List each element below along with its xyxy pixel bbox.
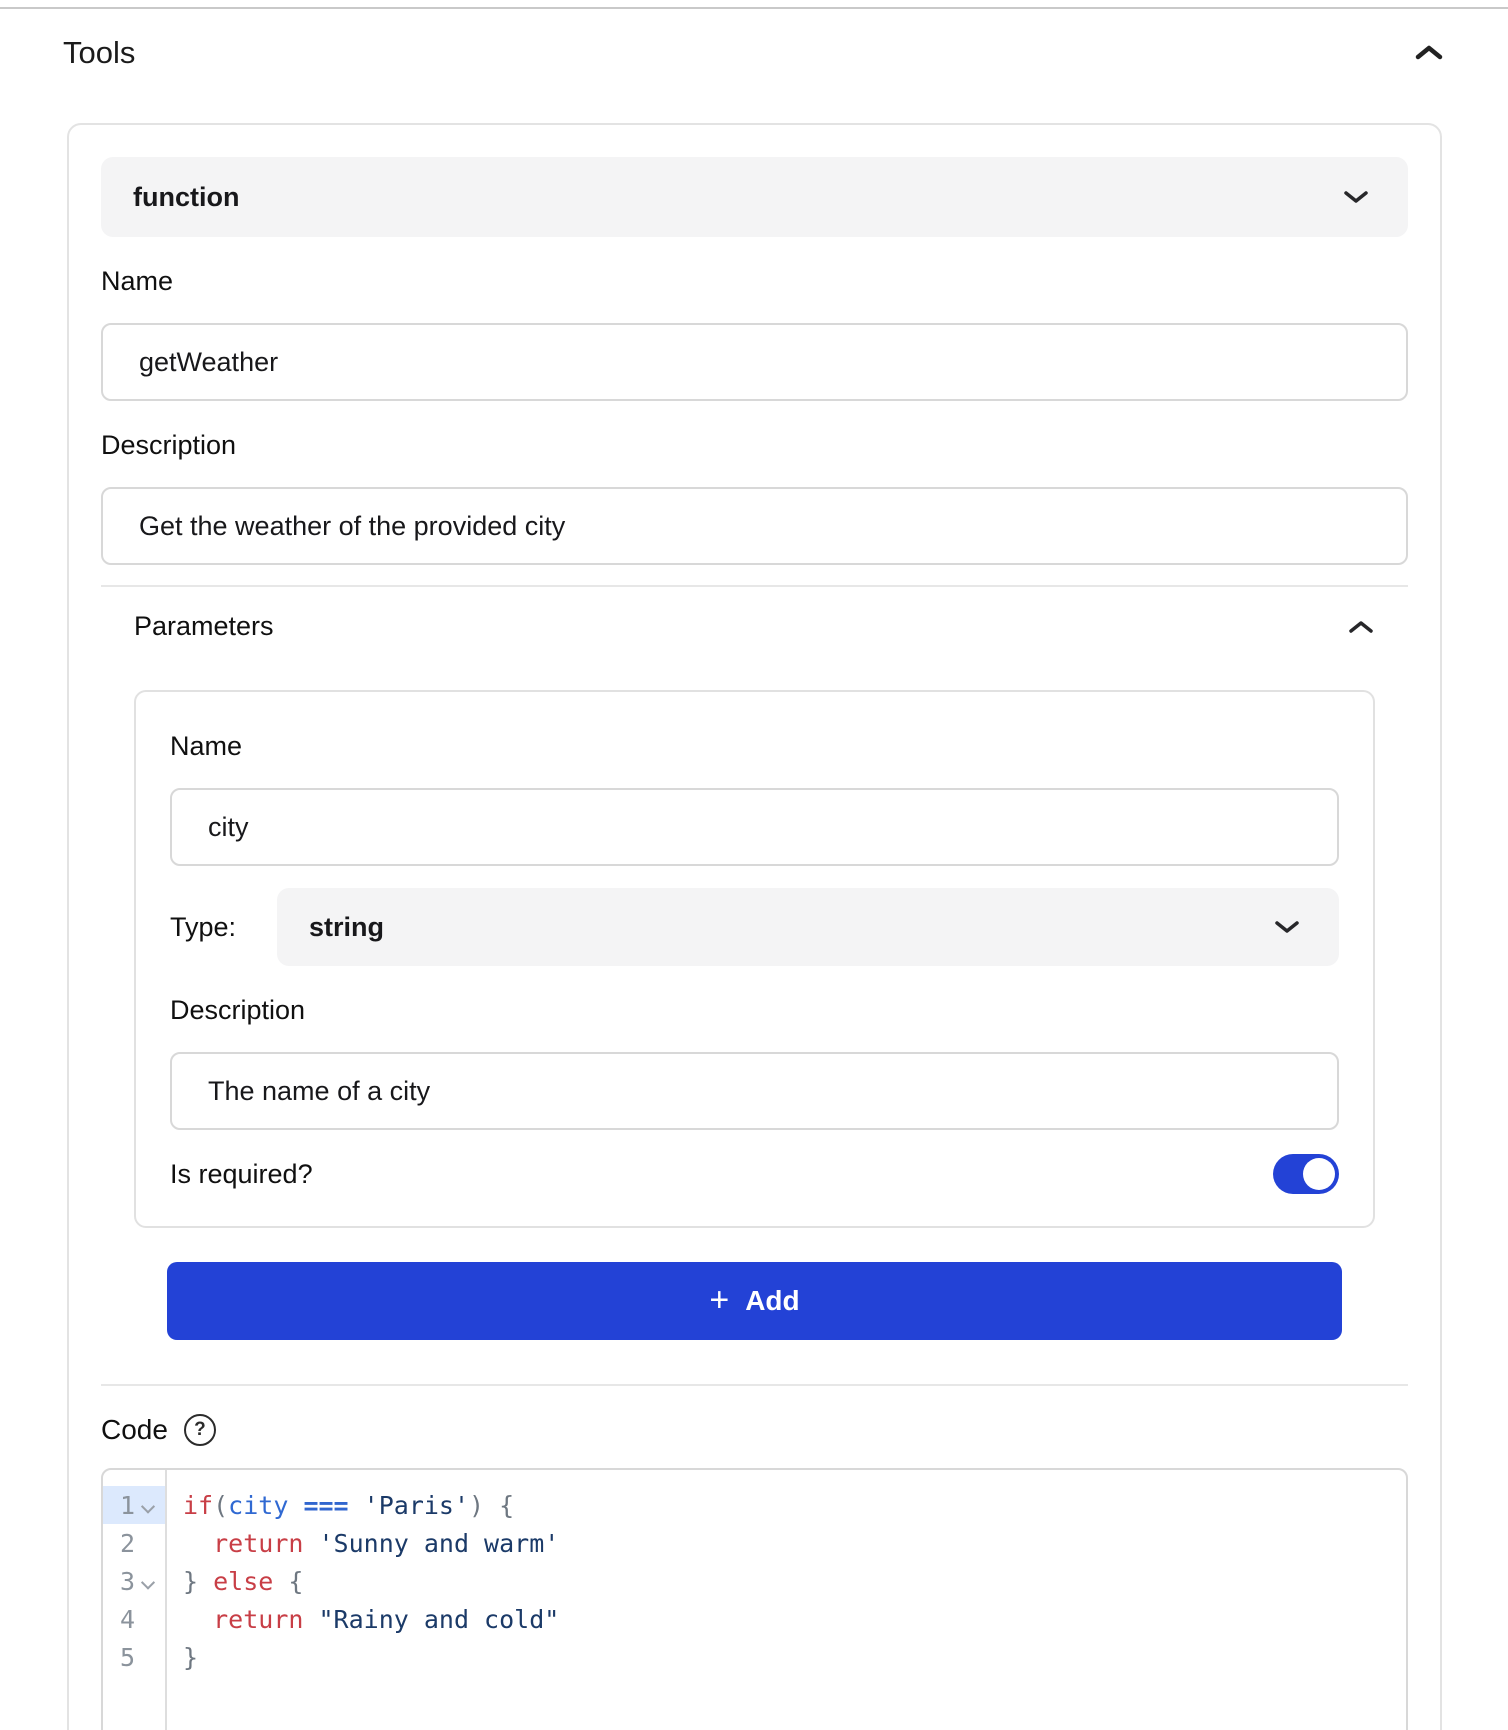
chevron-up-icon	[1414, 43, 1444, 63]
line-number: 4	[103, 1600, 165, 1638]
parameters-title: Parameters	[134, 611, 274, 642]
code-gutter: 12345	[103, 1470, 167, 1730]
fold-chevron-icon[interactable]	[141, 1576, 155, 1590]
param-type-row: Type: string	[170, 888, 1339, 966]
tool-card: function Name Description Parameters Nam…	[67, 123, 1442, 1730]
section-divider	[101, 1384, 1408, 1386]
param-type-select-value: string	[309, 912, 384, 943]
code-label: Code	[101, 1414, 168, 1446]
chevron-down-icon	[1273, 918, 1301, 936]
line-number: 3	[103, 1562, 165, 1600]
line-number: 5	[103, 1638, 165, 1676]
param-name-label: Name	[170, 730, 1339, 762]
code-line: }	[183, 1638, 1406, 1676]
required-label: Is required?	[170, 1159, 313, 1190]
name-label: Name	[101, 265, 1408, 297]
add-button-label: Add	[745, 1285, 799, 1317]
line-number: 2	[103, 1524, 165, 1562]
parameters-header[interactable]: Parameters	[134, 611, 1375, 642]
code-header-row: Code ?	[101, 1414, 1408, 1446]
add-parameter-button[interactable]: + Add	[167, 1262, 1342, 1340]
param-type-select[interactable]: string	[277, 888, 1339, 966]
required-toggle[interactable]	[1273, 1154, 1339, 1194]
code-line: return "Rainy and cold"	[183, 1600, 1406, 1638]
param-name-input[interactable]	[170, 788, 1339, 866]
code-content[interactable]: if(city === 'Paris') { return 'Sunny and…	[167, 1470, 1406, 1730]
tool-type-select-value: function	[133, 182, 239, 213]
section-divider	[101, 585, 1408, 587]
help-circle-icon[interactable]: ?	[184, 1414, 216, 1446]
tools-section-header: Tools	[0, 9, 1508, 73]
code-editor[interactable]: 12345 if(city === 'Paris') { return 'Sun…	[101, 1468, 1408, 1730]
name-input[interactable]	[101, 323, 1408, 401]
description-input[interactable]	[101, 487, 1408, 565]
parameter-card: Name Type: string Description Is require…	[134, 690, 1375, 1228]
line-number: 1	[103, 1486, 165, 1524]
code-line: if(city === 'Paris') {	[183, 1486, 1406, 1524]
param-type-label: Type:	[170, 912, 277, 943]
param-required-row: Is required?	[170, 1154, 1339, 1194]
toggle-knob	[1303, 1158, 1335, 1190]
page-title: Tools	[63, 33, 135, 73]
code-line: } else {	[183, 1562, 1406, 1600]
fold-chevron-icon[interactable]	[141, 1500, 155, 1514]
tools-collapse-button[interactable]	[1414, 43, 1444, 63]
description-label: Description	[101, 429, 1408, 461]
chevron-down-icon	[1342, 188, 1370, 206]
tool-type-select[interactable]: function	[101, 157, 1408, 237]
plus-icon: +	[709, 1283, 729, 1317]
parameters-section: Parameters Name Type: string Description	[101, 611, 1408, 1340]
chevron-up-icon	[1347, 618, 1375, 636]
code-line: return 'Sunny and warm'	[183, 1524, 1406, 1562]
param-description-input[interactable]	[170, 1052, 1339, 1130]
param-description-label: Description	[170, 994, 1339, 1026]
